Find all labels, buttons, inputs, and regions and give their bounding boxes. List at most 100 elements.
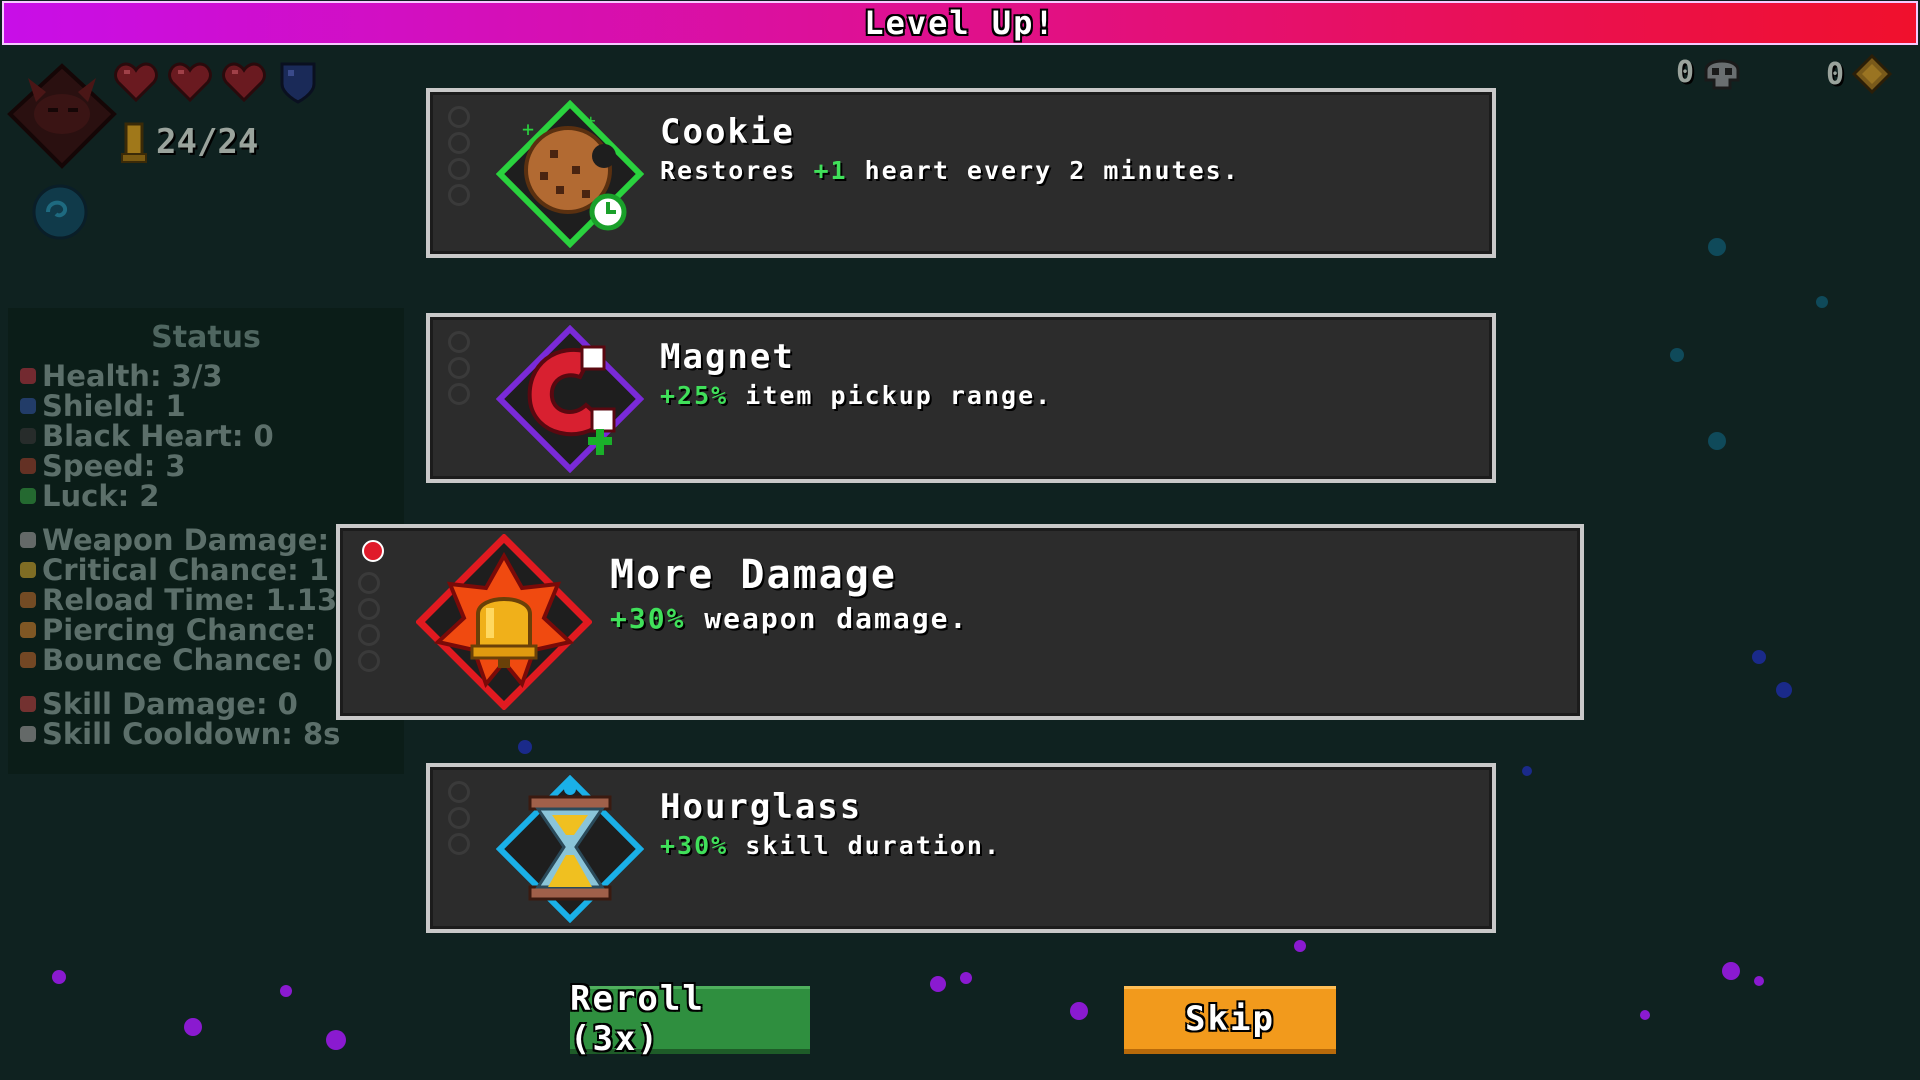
particle: [960, 972, 972, 984]
stat-skill-cooldown: Skill Cooldown: 8s: [20, 717, 392, 751]
reroll-button[interactable]: Reroll (3x): [570, 979, 810, 1059]
level-up-banner: Level Up!: [2, 1, 1918, 45]
particle: [280, 985, 292, 997]
ammo-text: 24/24: [156, 122, 259, 162]
card-desc-value: +25%: [660, 381, 729, 410]
particle: [1294, 940, 1306, 952]
stat-text: Health: 3/3: [42, 359, 223, 393]
particle: [1776, 682, 1792, 698]
coin-icon: [1851, 53, 1893, 95]
svg-text:+: +: [522, 117, 534, 141]
card-desc-post: heart every 2 minutes.: [847, 156, 1240, 185]
card-desc-pre: Restores: [660, 156, 814, 185]
stat-text: Speed: 3: [42, 449, 186, 483]
card-desc-post: skill duration.: [728, 831, 1002, 860]
particle: [52, 970, 66, 984]
coin-count: 0: [1826, 56, 1845, 92]
particle: [1708, 238, 1726, 256]
card-decoration: [358, 568, 384, 676]
heart-icon: [222, 62, 266, 103]
pierce-icon: [20, 622, 36, 638]
card-decoration: [448, 327, 474, 409]
stat-text: Luck: 2: [42, 479, 160, 513]
card-desc-value: +30%: [660, 831, 729, 860]
stat-speed: Speed: 3: [20, 449, 392, 483]
particle: [326, 1030, 346, 1050]
card-title: Magnet: [660, 337, 795, 377]
damage-bell-icon: [416, 534, 592, 710]
reload-icon: [20, 592, 36, 608]
particle: [930, 976, 946, 992]
bounce-icon: [20, 652, 36, 668]
stat-health: Health: 3/3: [20, 359, 392, 393]
particle: [1640, 1010, 1650, 1020]
card-desc-value: +30%: [610, 602, 686, 635]
skip-button[interactable]: Skip: [1124, 986, 1336, 1054]
upgrade-card-magnet[interactable]: Magnet +25% item pickup range.: [426, 313, 1496, 483]
particle: [1722, 962, 1740, 980]
health-bar: [112, 58, 322, 106]
shield-icon: [280, 62, 316, 104]
upgrade-card-hourglass[interactable]: Hourglass +30% skill duration.: [426, 763, 1496, 933]
stat-black-heart: Black Heart: 0: [20, 419, 392, 453]
particle: [1522, 766, 1532, 776]
clover-icon: [20, 488, 36, 504]
stat-shield: Shield: 1: [20, 389, 392, 423]
hourglass-icon: [496, 775, 644, 923]
star-icon: [20, 562, 36, 578]
particle: [1670, 348, 1684, 362]
coin-counter: 0: [1826, 52, 1894, 96]
card-desc-post: weapon damage.: [685, 602, 969, 635]
heart-icon: [114, 62, 158, 103]
particle: [1752, 650, 1766, 664]
stat-text: Skill Damage: 0: [42, 687, 298, 721]
bullet-icon: [121, 122, 147, 163]
card-title: More Damage: [610, 552, 897, 598]
card-decoration: [448, 102, 474, 210]
particle: [1070, 1002, 1088, 1020]
black-heart-icon: [20, 428, 36, 444]
selection-indicator-icon: [362, 540, 384, 562]
card-description: +30% skill duration.: [660, 831, 1001, 860]
stat-text: Shield: 1: [42, 389, 186, 423]
skill-icon: [20, 696, 36, 712]
stat-text: Black Heart: 0: [42, 419, 274, 453]
stat-text: Weapon Damage: 1: [42, 523, 360, 557]
kill-counter: 0: [1676, 52, 1744, 92]
skull-icon: [1704, 59, 1740, 90]
card-title: Hourglass: [660, 787, 863, 827]
stat-text: Bounce Chance: 0: [42, 643, 334, 677]
particle: [1708, 432, 1726, 450]
stat-text: Reload Time: 1.13: [42, 583, 338, 617]
card-description: +25% item pickup range.: [660, 381, 1052, 410]
magnet-icon: [496, 325, 644, 473]
hourglass-icon: [20, 726, 36, 742]
stat-text: Critical Chance: 1: [42, 553, 329, 587]
kill-count: 0: [1676, 54, 1695, 90]
svg-text:+: +: [586, 111, 596, 130]
upgrade-card-more-damage[interactable]: More Damage +30% weapon damage.: [336, 524, 1584, 720]
upgrade-card-cookie[interactable]: + + Cookie Restores +1 heart every 2 min…: [426, 88, 1496, 258]
particle: [184, 1018, 202, 1036]
card-desc-value: +1: [813, 156, 848, 185]
stat-text: Skill Cooldown: 8s: [42, 717, 341, 751]
card-description: +30% weapon damage.: [610, 602, 968, 635]
stat-luck: Luck: 2: [20, 479, 392, 513]
sword-icon: [20, 532, 36, 548]
player-avatar: [7, 63, 117, 169]
heart-icon: [168, 62, 212, 103]
ammo-counter: 24/24: [118, 120, 258, 164]
card-desc-post: item pickup range.: [728, 381, 1053, 410]
card-description: Restores +1 heart every 2 minutes.: [660, 156, 1240, 185]
cookie-icon: + +: [496, 100, 644, 248]
particle: [518, 740, 532, 754]
level-up-title: Level Up!: [864, 4, 1056, 42]
card-decoration: [448, 777, 474, 859]
skill-orb-icon: [32, 184, 88, 240]
particle: [1816, 296, 1828, 308]
stat-text: Piercing Chance:: [42, 613, 317, 647]
status-title: Status: [151, 320, 261, 355]
particle: [1754, 976, 1764, 986]
card-title: Cookie: [660, 112, 795, 152]
heart-icon: [20, 368, 36, 384]
